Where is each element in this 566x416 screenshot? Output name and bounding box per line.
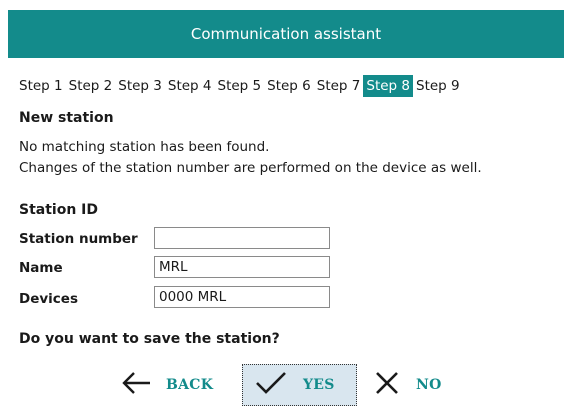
tab-step-5[interactable]: Step 5 — [215, 75, 265, 97]
back-label: BACK — [166, 377, 214, 393]
yes-label: YES — [303, 377, 335, 393]
close-x-icon — [372, 370, 402, 400]
action-bar: BACK YES NO — [8, 364, 564, 406]
tab-step-9[interactable]: Step 9 — [413, 75, 463, 97]
new-station-heading: New station — [19, 110, 114, 126]
no-button[interactable]: NO — [372, 364, 462, 406]
step-tabs: Step 1 Step 2 Step 3 Step 4 Step 5 Step … — [16, 75, 463, 97]
tab-step-1[interactable]: Step 1 — [16, 75, 66, 97]
name-input[interactable] — [154, 256, 330, 278]
yes-button[interactable]: YES — [242, 364, 357, 406]
devices-label: Devices — [19, 291, 78, 307]
tab-step-3[interactable]: Step 3 — [115, 75, 165, 97]
communication-assistant-window: Communication assistant Step 1 Step 2 St… — [8, 10, 564, 416]
tab-step-7[interactable]: Step 7 — [314, 75, 364, 97]
station-number-note: Changes of the station number are perfor… — [19, 160, 482, 176]
back-button[interactable]: BACK — [120, 364, 240, 406]
tab-step-6[interactable]: Step 6 — [264, 75, 314, 97]
no-match-message: No matching station has been found. — [19, 139, 270, 155]
station-id-heading: Station ID — [19, 202, 99, 218]
window-title: Communication assistant — [190, 25, 382, 43]
station-number-input[interactable] — [154, 227, 330, 249]
tab-step-8[interactable]: Step 8 — [363, 75, 413, 97]
tab-step-2[interactable]: Step 2 — [66, 75, 116, 97]
arrow-left-icon — [120, 370, 154, 400]
station-number-label: Station number — [19, 231, 138, 247]
tab-step-4[interactable]: Step 4 — [165, 75, 215, 97]
checkmark-icon — [253, 370, 289, 400]
no-label: NO — [416, 377, 442, 393]
title-bar: Communication assistant — [8, 10, 564, 58]
devices-input[interactable] — [154, 286, 330, 308]
name-label: Name — [19, 260, 63, 276]
save-question: Do you want to save the station? — [19, 331, 280, 347]
